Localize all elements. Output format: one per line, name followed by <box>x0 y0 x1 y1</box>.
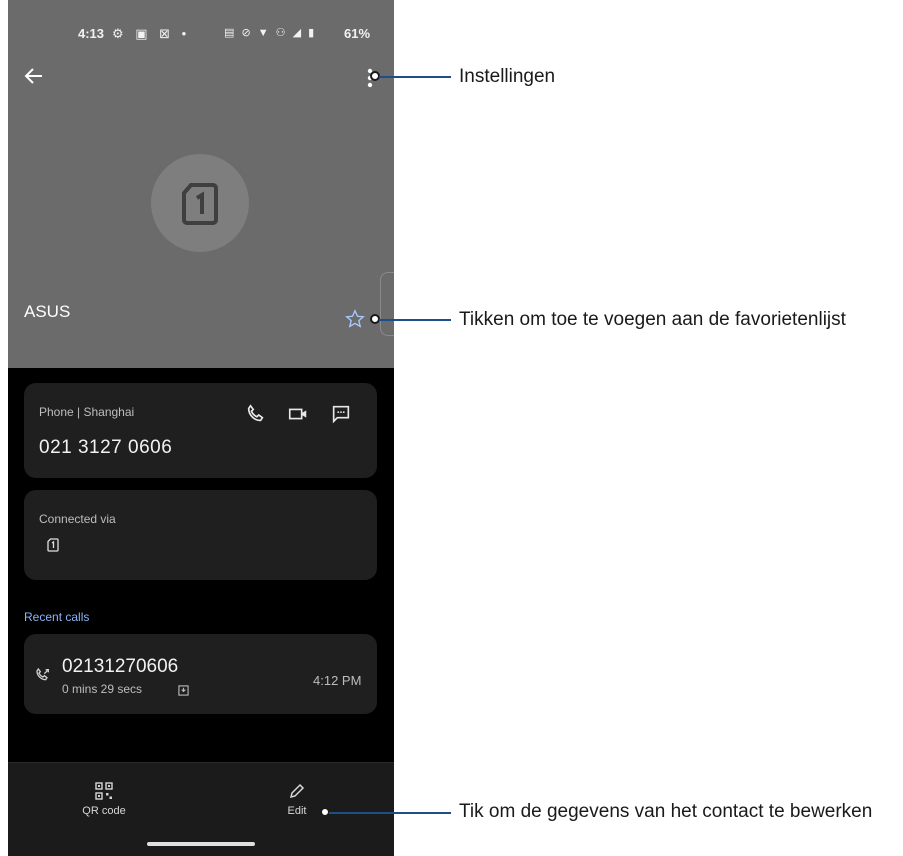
callout-settings-text: Instellingen <box>459 66 556 87</box>
phone-label: Phone | Shanghai <box>39 405 135 419</box>
callout-favorite-text: Tikken om toe te voegen aan de favoriete… <box>459 309 846 330</box>
home-indicator[interactable] <box>147 842 255 846</box>
connected-via-label: Connected via <box>39 512 116 526</box>
recent-call-item[interactable]: 02131270606 0 mins 29 secs 4:12 PM <box>24 634 377 714</box>
recent-calls-title: Recent calls <box>24 610 90 624</box>
callout-line-favorite <box>379 319 451 321</box>
qr-code-label: QR code <box>82 805 126 817</box>
recent-call-number: 02131270606 <box>62 656 179 677</box>
status-time: 4:13 <box>78 26 105 41</box>
phone-screen: 4:13 ⚙ ▣ ⊠ • ▤ ⊘ ▼ ⚇ ◢ ▮ 61% ASUS Phone … <box>8 0 394 856</box>
sim-card-small-icon <box>47 538 59 552</box>
qr-code-button[interactable]: QR code <box>64 781 144 825</box>
favorite-button[interactable] <box>344 308 366 330</box>
recent-call-duration: 0 mins 29 secs <box>62 682 143 696</box>
callout-edit-text: Tik om de gegevens van het contact te be… <box>459 801 873 822</box>
bottom-action-bar: QR code Edit <box>8 762 394 856</box>
message-icon <box>332 405 350 424</box>
edit-label: Edit <box>287 805 307 817</box>
incoming-call-icon <box>36 667 49 681</box>
callout-line-edit <box>329 812 451 814</box>
contact-avatar <box>151 154 249 252</box>
pencil-icon <box>289 783 305 799</box>
call-icon <box>247 404 264 422</box>
video-call-button[interactable] <box>287 403 309 425</box>
recording-icon <box>178 683 189 701</box>
qr-code-icon <box>95 782 113 800</box>
recent-call-time: 4:12 PM <box>313 673 362 688</box>
callout-line-settings <box>379 76 451 78</box>
status-notification-icons: ⚙ ▣ ⊠ • <box>112 26 191 41</box>
status-system-icons: ▤ ⊘ ▼ ⚇ ◢ ▮ <box>224 27 317 39</box>
status-bar: 4:13 ⚙ ▣ ⊠ • ▤ ⊘ ▼ ⚇ ◢ ▮ 61% <box>8 24 394 44</box>
back-button[interactable] <box>22 64 50 92</box>
battery-percent: 61% <box>344 26 371 41</box>
phone-card[interactable]: Phone | Shanghai 021 3127 0606 <box>24 383 377 478</box>
edge-panel-handle[interactable] <box>380 272 394 336</box>
phone-number: 021 3127 0606 <box>39 437 173 458</box>
contact-name: ASUS <box>24 302 71 321</box>
call-button[interactable] <box>245 403 267 425</box>
connected-via-card: Connected via <box>24 490 377 580</box>
contact-header: 4:13 ⚙ ▣ ⊠ • ▤ ⊘ ▼ ⚇ ◢ ▮ 61% ASUS <box>8 0 394 368</box>
message-button[interactable] <box>330 403 352 425</box>
arrow-left-icon <box>24 68 42 84</box>
video-call-icon <box>288 408 307 420</box>
edit-button[interactable]: Edit <box>257 781 337 825</box>
star-outline-icon <box>345 309 365 328</box>
sim-card-icon <box>182 183 218 225</box>
